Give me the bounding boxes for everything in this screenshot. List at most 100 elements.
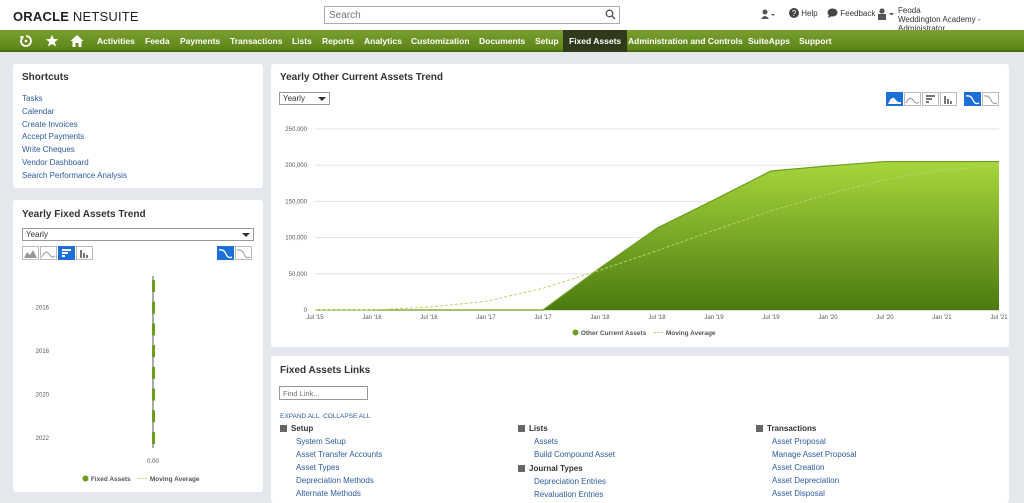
nav-activities[interactable]: Activities xyxy=(97,30,135,52)
other-y-tick-label: 0 xyxy=(304,308,308,314)
user-name: Feoda xyxy=(898,6,921,15)
nav-analytics[interactable]: Analytics xyxy=(364,30,402,52)
global-search[interactable] xyxy=(324,6,620,24)
user-menu-icon[interactable] xyxy=(877,8,895,23)
collapse-icon xyxy=(280,425,287,432)
find-link-input[interactable] xyxy=(280,387,365,400)
other-y-tick-label: 100,000 xyxy=(285,236,307,242)
other-x-tick-label: Jan '20 xyxy=(818,315,838,321)
section-lists-label: Lists xyxy=(529,424,548,433)
section-journal-types[interactable]: Journal Types xyxy=(518,464,583,473)
fixed-x-tick-label: 0.00 xyxy=(147,459,159,465)
other-trend-period-select[interactable]: Yearly xyxy=(279,92,330,105)
recent-icon[interactable] xyxy=(19,34,33,51)
column-chart-button[interactable] xyxy=(76,246,93,260)
other-legend-other-current-assets: Other Current Assets xyxy=(572,329,646,337)
fixed-assets-bar-chart: 2016 2018 2020 2022 0.00 xyxy=(36,276,159,465)
nav-customization[interactable]: Customization xyxy=(411,30,470,52)
logo-netsuite: NETSUITE xyxy=(72,9,139,24)
favorites-star-icon[interactable] xyxy=(45,34,59,51)
nav-fixed-assets[interactable]: Fixed Assets xyxy=(563,30,628,52)
nav-setup[interactable]: Setup xyxy=(535,30,559,52)
link-assets[interactable]: Assets xyxy=(534,437,558,446)
link-asset-types[interactable]: Asset Types xyxy=(296,463,339,472)
help-icon: ? xyxy=(789,8,799,18)
nav-transactions[interactable]: Transactions xyxy=(230,30,282,52)
fixed-assets-bar xyxy=(152,345,155,358)
link-asset-disposal[interactable]: Asset Disposal xyxy=(772,489,825,498)
other-line-chart-button[interactable] xyxy=(904,92,921,106)
other-horizontal-bar-button[interactable] xyxy=(922,92,939,106)
shortcut-vendor-dashboard[interactable]: Vendor Dashboard xyxy=(22,158,89,167)
feedback-link[interactable]: Feedback xyxy=(827,8,875,18)
nav-payments[interactable]: Payments xyxy=(180,30,220,52)
section-transactions[interactable]: Transactions xyxy=(756,424,816,433)
column-chart-icon xyxy=(944,96,952,104)
link-build-compound-asset[interactable]: Build Compound Asset xyxy=(534,450,615,459)
link-revaluation-entries[interactable]: Revaluation Entries xyxy=(534,490,603,499)
section-journal-types-label: Journal Types xyxy=(529,464,583,473)
link-depreciation-methods[interactable]: Depreciation Methods xyxy=(296,476,374,485)
other-trend-title: Yearly Other Current Assets Trend xyxy=(280,72,444,83)
shortcut-write-cheques[interactable]: Write Cheques xyxy=(22,145,75,154)
other-moving-average-on-button[interactable] xyxy=(964,92,981,106)
other-x-tick-label: Jan '21 xyxy=(932,315,952,321)
svg-text:?: ? xyxy=(792,9,797,18)
section-setup-label: Setup xyxy=(291,424,314,433)
search-input[interactable] xyxy=(325,7,595,23)
moving-average-icon xyxy=(965,95,980,105)
other-x-tick-label: Jan '17 xyxy=(476,315,496,321)
fixed-trend-title: Yearly Fixed Assets Trend xyxy=(22,209,146,220)
collapse-icon xyxy=(756,425,763,432)
shortcut-tasks[interactable]: Tasks xyxy=(22,94,42,103)
netsuite-logo[interactable]: ORACLE NETSUITE xyxy=(13,9,139,24)
other-x-tick-label: Jul '15 xyxy=(306,315,324,321)
link-asset-depreciation[interactable]: Asset Depreciation xyxy=(772,476,839,485)
nav-suiteapps[interactable]: SuiteApps xyxy=(748,30,790,52)
line-chart-button[interactable] xyxy=(40,246,57,260)
nav-support[interactable]: Support xyxy=(799,30,832,52)
link-manage-asset-proposal[interactable]: Manage Asset Proposal xyxy=(772,450,857,459)
other-y-tick-label: 250,000 xyxy=(285,127,307,133)
nav-administration-and-controls[interactable]: Administration and Controls xyxy=(628,30,743,52)
recent-records-icon[interactable] xyxy=(760,9,776,22)
fixed-trend-period-value: Yearly xyxy=(26,230,48,239)
line-chart-icon xyxy=(41,251,56,258)
link-system-setup[interactable]: System Setup xyxy=(296,437,346,446)
other-column-chart-button[interactable] xyxy=(940,92,957,106)
shortcut-calendar[interactable]: Calendar xyxy=(22,107,54,116)
trend-line-icon xyxy=(236,249,251,259)
help-link[interactable]: ? Help xyxy=(789,8,818,18)
moving-average-on-button[interactable] xyxy=(217,246,234,260)
link-asset-proposal[interactable]: Asset Proposal xyxy=(772,437,826,446)
nav-feeda[interactable]: Feeda xyxy=(145,30,170,52)
shortcut-create-invoices[interactable]: Create Invoices xyxy=(22,120,78,129)
help-label: Help xyxy=(801,9,818,18)
link-asset-transfer-accounts[interactable]: Asset Transfer Accounts xyxy=(296,450,382,459)
horizontal-bar-button[interactable] xyxy=(58,246,75,260)
nav-reports[interactable]: Reports xyxy=(322,30,354,52)
collapse-all-link[interactable]: COLLAPSE ALL xyxy=(323,413,370,420)
shortcut-search-performance-analysis[interactable]: Search Performance Analysis xyxy=(22,171,127,180)
search-icon[interactable] xyxy=(605,9,616,23)
area-chart-button[interactable] xyxy=(22,246,39,260)
other-moving-average-off-button[interactable] xyxy=(982,92,999,106)
link-asset-creation[interactable]: Asset Creation xyxy=(772,463,824,472)
link-alternate-methods[interactable]: Alternate Methods xyxy=(296,489,361,498)
section-setup[interactable]: Setup xyxy=(280,424,313,433)
home-icon[interactable] xyxy=(70,34,84,51)
link-depreciation-entries[interactable]: Depreciation Entries xyxy=(534,477,606,486)
fixed-trend-period-select[interactable]: Yearly xyxy=(22,228,254,241)
other-area-chart-button[interactable] xyxy=(886,92,903,106)
find-link-field[interactable] xyxy=(279,386,368,400)
moving-average-off-button[interactable] xyxy=(235,246,252,260)
feedback-label: Feedback xyxy=(840,9,876,18)
nav-lists[interactable]: Lists xyxy=(292,30,312,52)
user-info[interactable]: Feoda Weddington Academy - Administrator xyxy=(898,6,1024,33)
legend-dash-icon xyxy=(138,478,148,479)
shortcut-accept-payments[interactable]: Accept Payments xyxy=(22,132,84,141)
expand-all-link[interactable]: EXPAND ALL xyxy=(280,413,319,420)
section-lists[interactable]: Lists xyxy=(518,424,548,433)
nav-documents[interactable]: Documents xyxy=(479,30,525,52)
horizontal-bar-icon xyxy=(926,95,935,103)
